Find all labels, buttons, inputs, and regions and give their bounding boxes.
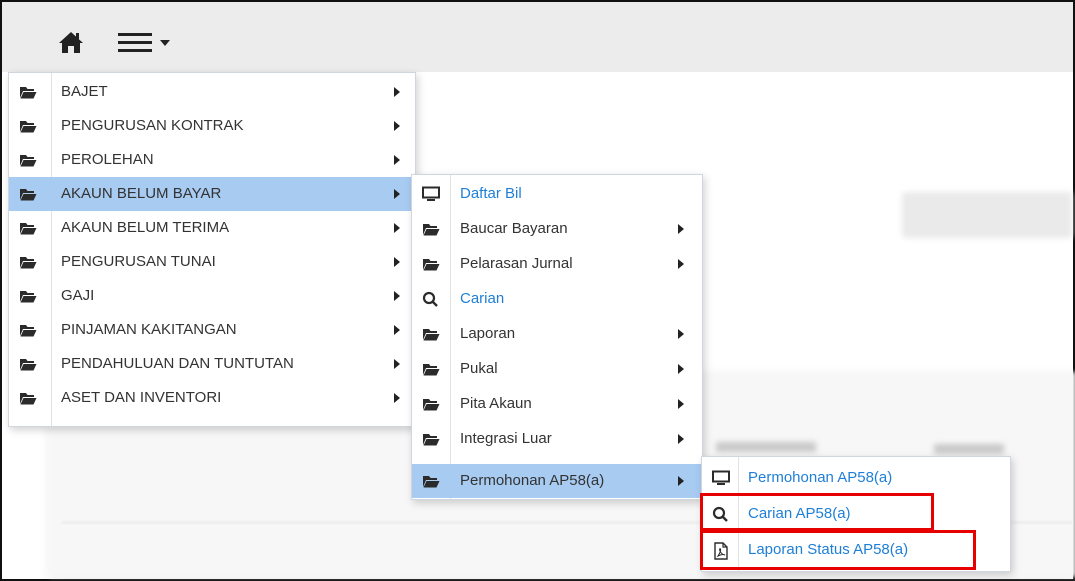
menu-item-label: Pukal [460,360,498,377]
menu-item-label: AKAUN BELUM TERIMA [61,219,230,236]
menu-item-label: PENGURUSAN KONTRAK [61,117,244,134]
chevron-right-icon [394,121,400,131]
menu-item-laporan[interactable]: Laporan [412,317,702,351]
menu-item-baucar-bayaran[interactable]: Baucar Bayaran [412,212,702,246]
menu-item-pengurusan-tunai[interactable]: PENGURUSAN TUNAI [9,245,415,279]
hamburger-menu-icon[interactable] [118,30,180,56]
menu-item-label: Daftar Bil [460,185,522,202]
menu-item-label: AKAUN BELUM BAYAR [61,185,222,202]
menu-item-label: PENDAHULUAN DAN TUNTUTAN [61,355,294,372]
chevron-right-icon [678,364,684,374]
menu-item-pukal[interactable]: Pukal [412,352,702,386]
folder-icon [19,254,37,270]
menu-item-pendahuluan-dan-tuntutan[interactable]: PENDAHULUAN DAN TUNTUTAN [9,347,415,381]
chevron-right-icon [678,224,684,234]
menu-item-label: Laporan [460,325,516,342]
menu-item-permohonan-ap58a[interactable]: Permohonan AP58(a) [412,464,702,498]
menu-item-integrasi-luar[interactable]: Integrasi Luar [412,422,702,456]
chevron-right-icon [394,291,400,301]
menu-item-daftar-bil[interactable]: Daftar Bil [412,177,702,211]
chevron-right-icon [678,476,684,486]
home-icon[interactable] [58,30,84,54]
menu-item-aset-dan-inventori[interactable]: ASET DAN INVENTORI [9,381,415,415]
blurred-column-header [934,444,1004,454]
highlight-box-laporan-status [700,530,976,570]
chevron-right-icon [394,359,400,369]
folder-icon [19,84,37,100]
chevron-right-icon [394,87,400,97]
blurred-button [902,192,1072,238]
chevron-right-icon [394,223,400,233]
chevron-right-icon [394,325,400,335]
chevron-right-icon [678,399,684,409]
top-navbar [2,2,1073,72]
menu-item-label: Carian [460,290,505,307]
chevron-right-icon [678,434,684,444]
folder-icon [422,256,440,272]
folder-icon [19,390,37,406]
folder-icon [19,356,37,372]
menu-item-label: PENGURUSAN TUNAI [61,253,216,270]
chevron-right-icon [678,259,684,269]
menu-item-akaun-belum-bayar[interactable]: AKAUN BELUM BAYAR [9,177,415,211]
menu-item-gaji[interactable]: GAJI [9,279,415,313]
chevron-right-icon [394,257,400,267]
menu-item-label: ASET DAN INVENTORI [61,389,222,406]
chevron-right-icon [394,393,400,403]
folder-icon [19,220,37,236]
folder-icon [422,361,440,377]
folder-icon [19,322,37,338]
blurred-column-header [716,442,816,452]
folder-icon [19,152,37,168]
menu-item-permohonan-ap58a-form[interactable]: Permohonan AP58(a) [702,461,1010,495]
submenu-akaun-belum-bayar: Daftar Bil Baucar Bayaran Pelarasan Jurn… [411,174,703,500]
menu-item-label: PINJAMAN KAKITANGAN [61,321,237,338]
menu-item-label: GAJI [61,287,95,304]
search-icon [422,291,440,307]
menu-item-akaun-belum-terima[interactable]: AKAUN BELUM TERIMA [9,211,415,245]
folder-icon [19,186,37,202]
menu-item-pengurusan-kontrak[interactable]: PENGURUSAN KONTRAK [9,109,415,143]
menu-item-carian[interactable]: Carian [412,282,702,316]
menu-item-pita-akaun[interactable]: Pita Akaun [412,387,702,421]
folder-icon [19,118,37,134]
menu-item-perolehan[interactable]: PEROLEHAN [9,143,415,177]
menu-item-label: Pita Akaun [460,395,532,412]
folder-icon [422,431,440,447]
folder-icon [19,288,37,304]
menu-item-label: Permohonan AP58(a) [748,469,893,486]
menu-item-label: PEROLEHAN [61,151,154,168]
folder-icon [422,396,440,412]
chevron-right-icon [394,155,400,165]
menu-item-label: Integrasi Luar [460,430,552,447]
menu-item-label: Pelarasan Jurnal [460,255,573,272]
folder-icon [422,326,440,342]
monitor-icon [422,186,440,202]
menu-item-pelarasan-jurnal[interactable]: Pelarasan Jurnal [412,247,702,281]
chevron-right-icon [678,329,684,339]
menu-item-label: Permohonan AP58(a) [460,472,605,489]
folder-icon [422,221,440,237]
main-dropdown-menu: BAJET PENGURUSAN KONTRAK PEROLEHAN AKAUN… [8,72,416,427]
highlight-box-carian [700,493,934,531]
menu-item-label: Baucar Bayaran [460,220,568,237]
menu-item-label: BAJET [61,83,108,100]
chevron-right-icon [394,189,400,199]
monitor-icon [712,470,730,486]
menu-item-bajet[interactable]: BAJET [9,75,415,109]
folder-icon [422,473,440,489]
menu-item-pinjaman-kakitangan[interactable]: PINJAMAN KAKITANGAN [9,313,415,347]
